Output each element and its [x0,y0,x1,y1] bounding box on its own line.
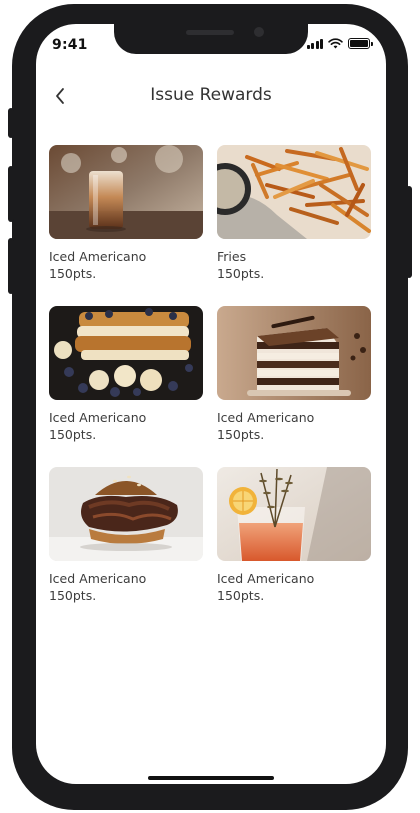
reward-card[interactable]: Iced Americano 150pts. [49,306,203,443]
header: Issue Rewards [36,82,386,110]
notch [114,24,308,54]
mute-switch [8,108,14,138]
reward-card[interactable]: Fries 150pts. [217,145,371,282]
wifi-icon [328,38,343,49]
volume-down-button [8,238,14,294]
burger-image [49,467,203,561]
speaker-grille [186,30,234,35]
reward-points: 150pts. [217,427,265,442]
home-indicator[interactable] [148,776,274,780]
status-icons [306,38,373,49]
french-toast-image [49,306,203,400]
reward-name: Fries [217,249,247,264]
reward-points: 150pts. [217,588,265,603]
cocktail-image [217,467,371,561]
reward-points: 150pts. [217,266,265,281]
fries-image [217,145,371,239]
cellular-signal-icon [306,38,323,49]
reward-card[interactable]: Iced Americano 150pts. [217,306,371,443]
reward-card[interactable]: Iced Americano 150pts. [49,467,203,604]
layer-cake-image [217,306,371,400]
power-button [406,186,412,278]
reward-name: Iced Americano [49,571,147,586]
reward-card[interactable]: Iced Americano 150pts. [217,467,371,604]
reward-points: 150pts. [49,266,97,281]
volume-up-button [8,166,14,222]
reward-card[interactable]: Iced Americano 150pts. [49,145,203,282]
reward-points: 150pts. [49,588,97,603]
battery-icon [348,38,373,49]
reward-name: Iced Americano [217,571,315,586]
page-title: Issue Rewards [150,85,272,105]
reward-name: Iced Americano [217,410,315,425]
reward-name: Iced Americano [49,410,147,425]
iced-americano-image [49,145,203,239]
app-screen: 9:41 Issue Rewards Iced Americano 150pts… [36,24,386,784]
reward-points: 150pts. [49,427,97,442]
reward-name: Iced Americano [49,249,147,264]
front-camera [254,27,264,37]
status-time: 9:41 [52,37,88,53]
